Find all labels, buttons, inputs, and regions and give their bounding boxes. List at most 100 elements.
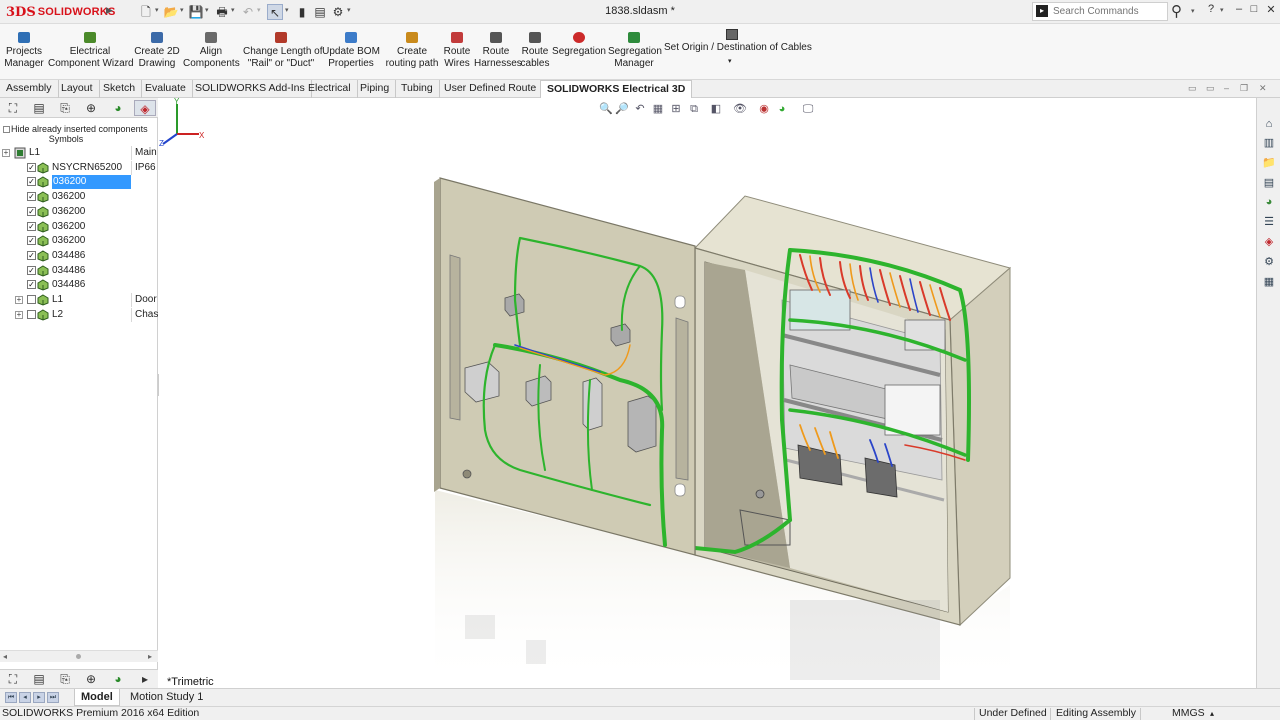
scroll-thumb[interactable] [76, 654, 81, 659]
search-icon[interactable]: ⚲ [1171, 2, 1182, 20]
electrical-cabinet-model[interactable] [159, 98, 1255, 688]
row-checkbox[interactable]: ✓ [27, 206, 36, 216]
tree-row[interactable]: ✓ 036200 [0, 190, 158, 205]
electrical-3d-panel-icon[interactable]: ◈ [134, 100, 156, 116]
rebuild-icon[interactable]: ▮ [294, 4, 310, 20]
hide-inserted-option[interactable]: Hide already inserted components [3, 124, 148, 134]
chevron-down-icon[interactable]: ▾ [347, 6, 351, 14]
first-tab-icon[interactable]: ⏮ [5, 692, 17, 703]
tree-row[interactable]: + L2 Chass [0, 307, 158, 323]
restore-icon[interactable]: ❐ [1240, 83, 1248, 94]
tab-piping[interactable]: Piping [354, 80, 397, 98]
minimize-icon[interactable]: – [1231, 3, 1247, 15]
hide-inserted-checkbox[interactable] [3, 126, 10, 134]
display-manager-icon[interactable]: ◕ [107, 671, 129, 687]
expand-toggle-icon[interactable]: + [15, 296, 23, 304]
tree-row[interactable]: ✓ 034486 [0, 278, 158, 293]
row-checkbox[interactable]: ✓ [27, 250, 36, 260]
close-icon[interactable]: ✕ [1259, 83, 1267, 94]
row-checkbox[interactable]: ✓ [27, 280, 36, 290]
view-settings-icon[interactable]: 🖵 [801, 102, 815, 116]
component-catalog-icon[interactable]: ▦ [1261, 274, 1277, 290]
property-manager-icon[interactable]: ▤ [28, 100, 50, 116]
tab-evaluate[interactable]: Evaluate [139, 80, 193, 98]
chevron-down-icon[interactable]: ▾ [180, 6, 184, 14]
projects-manager-button[interactable]: Projects Manager [4, 32, 44, 70]
new-document-icon[interactable]: 🗋 [138, 4, 154, 20]
create-2d-drawing-button[interactable]: Create 2D Drawing [134, 32, 180, 70]
tab-user-defined-route[interactable]: User Defined Route [438, 80, 544, 98]
tree-row[interactable]: ✓ 034486 [0, 264, 158, 279]
feature-tree-icon[interactable]: ⛶ [2, 671, 24, 687]
chevron-down-icon[interactable]: ▾ [155, 6, 159, 14]
tile-icon[interactable]: ▭ [1206, 83, 1215, 94]
select-arrow-icon[interactable]: ↖ [267, 4, 283, 20]
electrical-library-icon[interactable]: ◈ [1261, 234, 1277, 250]
align-components-button[interactable]: Align Components [183, 32, 240, 70]
tab-assembly[interactable]: Assembly [0, 80, 59, 98]
tab-electrical[interactable]: Electrical [302, 80, 358, 98]
file-properties-icon[interactable]: ▤ [312, 4, 328, 20]
expand-toggle-icon[interactable]: + [2, 149, 10, 157]
tree-row[interactable]: ✓ 036200 [0, 175, 158, 190]
settings-sliders-icon[interactable]: ⚙ [1261, 254, 1277, 270]
display-style-icon[interactable]: ◧ [709, 102, 723, 116]
search-mode-icon[interactable]: ▸ [1036, 5, 1048, 17]
search-input[interactable] [1053, 4, 1165, 19]
tree-row[interactable]: ✓ 034486 [0, 249, 158, 264]
units-status[interactable]: MMGS [1172, 707, 1205, 720]
help-icon[interactable]: ? [1203, 3, 1219, 15]
tree-row[interactable]: ✓ 036200 [0, 220, 158, 235]
tree-row[interactable]: ✓ NSYCRN65200 IP66 s [0, 160, 158, 176]
next-tab-icon[interactable]: ▸ [33, 692, 45, 703]
dimxpert-icon[interactable]: ⊕ [80, 100, 102, 116]
chevron-down-icon[interactable]: ▾ [1220, 6, 1224, 14]
row-checkbox[interactable]: ✓ [27, 177, 36, 187]
scroll-right-icon[interactable]: ▸ [148, 652, 152, 661]
graphics-viewport[interactable]: 🔍 🔎 ↶ ▦ ⊞ ⧉ ◧ 👁 ◉ ◕ 🖵 Y X Z *Trimetric [159, 98, 1255, 688]
create-routing-path-button[interactable]: Create routing path [385, 32, 439, 70]
dimxpert-icon[interactable]: ⊕ [80, 671, 102, 687]
row-checkbox[interactable]: ✓ [27, 162, 36, 172]
segregation-button[interactable]: Segregation [552, 32, 606, 58]
chevron-down-icon[interactable]: ▾ [231, 6, 235, 14]
tab-model[interactable]: Model [74, 689, 120, 706]
chevron-down-icon[interactable]: ▾ [285, 6, 289, 14]
scroll-left-icon[interactable]: ◂ [3, 652, 7, 661]
configuration-manager-icon[interactable]: ⎘ [54, 671, 76, 687]
configuration-manager-icon[interactable]: ⎘ [54, 100, 76, 116]
units-chevron-up-icon[interactable]: ▴ [1210, 707, 1214, 720]
section-view-icon[interactable]: ▦ [651, 102, 665, 116]
search-commands-box[interactable]: ▸ [1032, 2, 1168, 21]
save-icon[interactable]: 💾 [188, 4, 204, 20]
horizontal-scrollbar[interactable]: ◂ ▸ [0, 650, 158, 662]
apply-scene-icon[interactable]: ◕ [775, 102, 789, 116]
row-checkbox[interactable]: ✓ [27, 236, 36, 246]
zoom-to-fit-icon[interactable]: 🔍 [599, 102, 613, 116]
row-checkbox[interactable]: ✓ [27, 265, 36, 275]
tile-icon[interactable]: ▭ [1188, 83, 1197, 94]
dynamic-annotation-icon[interactable]: ⊞ [669, 102, 683, 116]
tab-tubing[interactable]: Tubing [395, 80, 440, 98]
custom-properties-icon[interactable]: ☰ [1261, 214, 1277, 230]
expand-toggle-icon[interactable]: + [15, 310, 23, 319]
route-cables-button[interactable]: Route cables [520, 32, 550, 70]
chevron-down-icon[interactable]: ▾ [1191, 7, 1195, 15]
update-bom-button[interactable]: Update BOM Properties [322, 32, 380, 70]
menu-expand-icon[interactable]: ▶ [106, 5, 113, 16]
chevron-down-icon[interactable]: ▾ [257, 6, 261, 14]
display-manager-icon[interactable]: ◕ [107, 100, 129, 116]
home-icon[interactable]: ⌂ [1261, 116, 1277, 132]
undo-icon[interactable]: ↶ [240, 4, 256, 20]
change-length-button[interactable]: Change Length of "Rail" or "Duct" [243, 32, 323, 70]
file-explorer-icon[interactable]: ▤ [1261, 175, 1277, 191]
expand-arrow-icon[interactable]: ▸ [134, 671, 156, 687]
close-icon[interactable]: ✕ [1263, 3, 1279, 16]
zoom-to-area-icon[interactable]: 🔎 [615, 102, 629, 116]
chevron-down-icon[interactable]: ▾ [728, 56, 732, 68]
print-icon[interactable]: 🖶 [214, 4, 230, 20]
tree-row[interactable]: ✓ 036200 [0, 205, 158, 220]
tab-motion-study-1[interactable]: Motion Study 1 [124, 689, 209, 706]
tab-solidworks-addins[interactable]: SOLIDWORKS Add-Ins [189, 80, 312, 98]
row-checkbox[interactable]: ✓ [27, 221, 36, 231]
